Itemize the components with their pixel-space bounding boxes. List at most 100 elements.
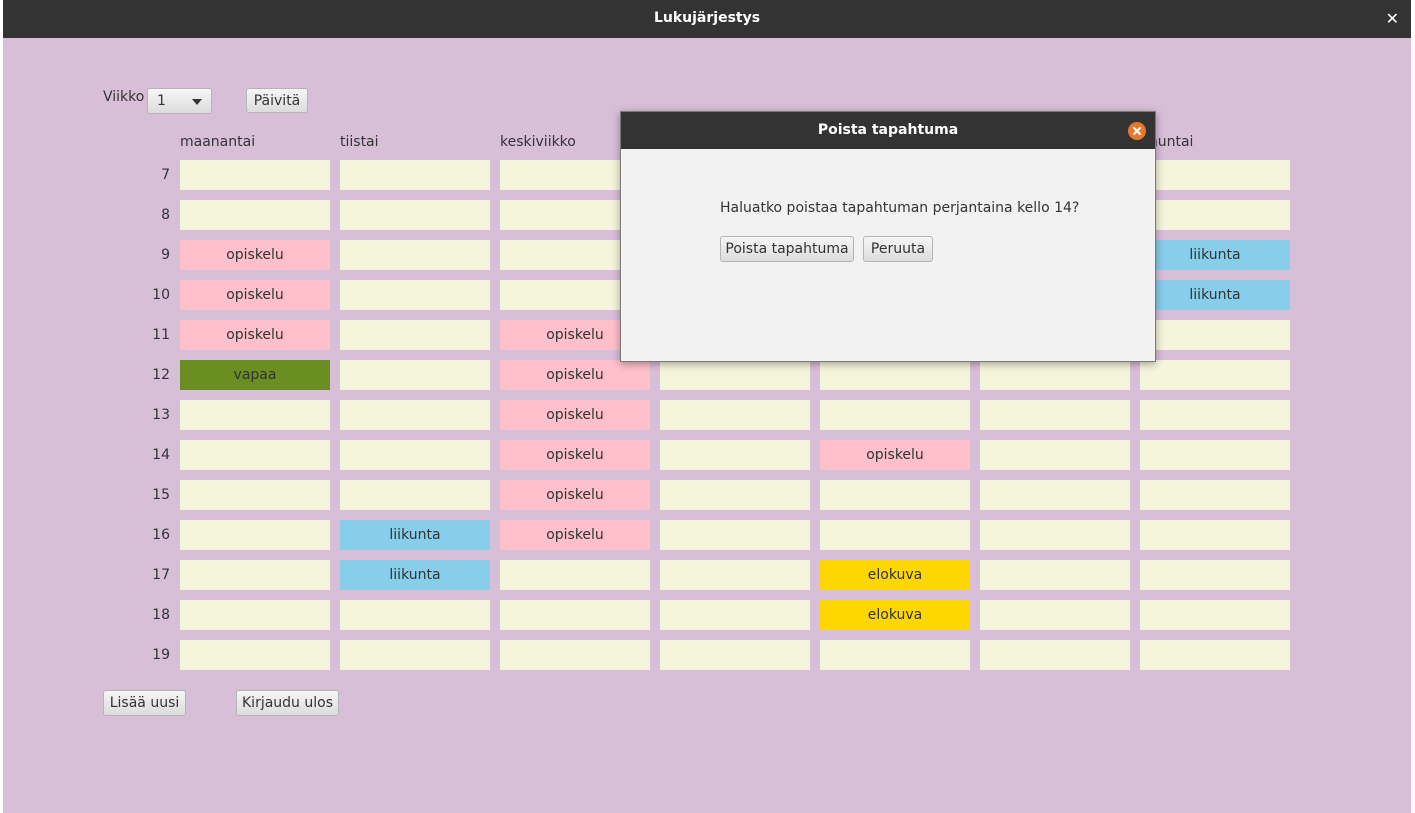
schedule-slot-empty[interactable] bbox=[980, 600, 1130, 630]
schedule-slot-empty[interactable] bbox=[980, 640, 1130, 670]
schedule-slot-empty[interactable] bbox=[340, 240, 490, 270]
schedule-slot-empty[interactable] bbox=[180, 440, 330, 470]
schedule-event-vapaa[interactable]: vapaa bbox=[180, 360, 330, 390]
schedule-slot-empty[interactable] bbox=[660, 400, 810, 430]
schedule-event-opiskelu[interactable]: opiskelu bbox=[500, 360, 650, 390]
cancel-button[interactable]: Peruuta bbox=[863, 236, 933, 262]
schedule-slot-empty[interactable] bbox=[1140, 200, 1290, 230]
logout-button[interactable]: Kirjaudu ulos bbox=[236, 690, 339, 716]
schedule-slot-empty[interactable] bbox=[820, 520, 970, 550]
schedule-slot-empty[interactable] bbox=[500, 560, 650, 590]
dialog-message: Haluatko poistaa tapahtuman perjantaina … bbox=[720, 200, 1080, 216]
schedule-slot-empty[interactable] bbox=[340, 280, 490, 310]
schedule-slot-empty[interactable] bbox=[660, 480, 810, 510]
schedule-slot-empty[interactable] bbox=[1140, 480, 1290, 510]
schedule-slot-empty[interactable] bbox=[980, 400, 1130, 430]
add-new-button[interactable]: Lisää uusi bbox=[103, 690, 186, 716]
week-select[interactable]: 1 bbox=[147, 88, 212, 114]
schedule-slot-empty[interactable] bbox=[1140, 320, 1290, 350]
schedule-slot-empty[interactable] bbox=[980, 440, 1130, 470]
hour-label: 10 bbox=[152, 287, 170, 303]
chevron-down-icon bbox=[192, 99, 202, 105]
schedule-slot-empty[interactable] bbox=[180, 200, 330, 230]
window-title: Lukujärjestys bbox=[653, 10, 761, 26]
schedule-slot-empty[interactable] bbox=[180, 160, 330, 190]
window-close-icon[interactable]: ✕ bbox=[1386, 9, 1399, 28]
schedule-event-opiskelu[interactable]: opiskelu bbox=[500, 480, 650, 510]
schedule-slot-empty[interactable] bbox=[340, 600, 490, 630]
schedule-slot-empty[interactable] bbox=[980, 360, 1130, 390]
close-icon[interactable] bbox=[1128, 122, 1146, 140]
schedule-slot-empty[interactable] bbox=[500, 640, 650, 670]
schedule-slot-empty[interactable] bbox=[340, 440, 490, 470]
schedule-slot-empty[interactable] bbox=[660, 520, 810, 550]
schedule-slot-empty[interactable] bbox=[340, 400, 490, 430]
schedule-slot-empty[interactable] bbox=[1140, 400, 1290, 430]
dialog-title: Poista tapahtuma bbox=[817, 122, 959, 138]
window-titlebar: Lukujärjestys ✕ bbox=[3, 0, 1411, 38]
schedule-event-elokuva[interactable]: elokuva bbox=[820, 560, 970, 590]
schedule-slot-empty[interactable] bbox=[340, 200, 490, 230]
schedule-slot-empty[interactable] bbox=[1140, 560, 1290, 590]
schedule-event-opiskelu[interactable]: opiskelu bbox=[500, 400, 650, 430]
schedule-slot-empty[interactable] bbox=[1140, 520, 1290, 550]
schedule-slot-empty[interactable] bbox=[820, 480, 970, 510]
schedule-slot-empty[interactable] bbox=[820, 400, 970, 430]
schedule-slot-empty[interactable] bbox=[660, 600, 810, 630]
schedule-slot-empty[interactable] bbox=[660, 360, 810, 390]
schedule-event-opiskelu[interactable]: opiskelu bbox=[820, 440, 970, 470]
schedule-slot-empty[interactable] bbox=[980, 480, 1130, 510]
hour-label: 8 bbox=[161, 207, 170, 223]
schedule-slot-empty[interactable] bbox=[340, 160, 490, 190]
schedule-slot-empty[interactable] bbox=[660, 560, 810, 590]
hour-label: 15 bbox=[152, 487, 170, 503]
hour-label: 14 bbox=[152, 447, 170, 463]
schedule-slot-empty[interactable] bbox=[1140, 600, 1290, 630]
hour-label: 12 bbox=[152, 367, 170, 383]
week-select-value: 1 bbox=[157, 93, 166, 109]
schedule-slot-empty[interactable] bbox=[980, 520, 1130, 550]
day-header: keskiviikko bbox=[500, 134, 576, 150]
schedule-event-opiskelu[interactable]: opiskelu bbox=[500, 520, 650, 550]
schedule-slot-empty[interactable] bbox=[660, 440, 810, 470]
hour-label: 16 bbox=[152, 527, 170, 543]
delete-event-dialog: Poista tapahtuma Haluatko poistaa tapaht… bbox=[620, 111, 1156, 362]
day-header: tiistai bbox=[340, 134, 379, 150]
hour-label: 9 bbox=[161, 247, 170, 263]
schedule-slot-empty[interactable] bbox=[180, 600, 330, 630]
schedule-slot-empty[interactable] bbox=[340, 480, 490, 510]
schedule-slot-empty[interactable] bbox=[1140, 160, 1290, 190]
dialog-titlebar: Poista tapahtuma bbox=[621, 112, 1155, 149]
confirm-delete-button[interactable]: Poista tapahtuma bbox=[720, 236, 854, 262]
schedule-event-liikunta[interactable]: liikunta bbox=[1140, 240, 1290, 270]
schedule-slot-empty[interactable] bbox=[340, 640, 490, 670]
schedule-slot-empty[interactable] bbox=[820, 360, 970, 390]
schedule-event-liikunta[interactable]: liikunta bbox=[340, 520, 490, 550]
schedule-event-opiskelu[interactable]: opiskelu bbox=[500, 440, 650, 470]
hour-label: 19 bbox=[152, 647, 170, 663]
update-button[interactable]: Päivitä bbox=[246, 88, 308, 113]
schedule-slot-empty[interactable] bbox=[1140, 640, 1290, 670]
schedule-slot-empty[interactable] bbox=[340, 320, 490, 350]
schedule-event-opiskelu[interactable]: opiskelu bbox=[180, 280, 330, 310]
hour-label: 13 bbox=[152, 407, 170, 423]
schedule-event-liikunta[interactable]: liikunta bbox=[340, 560, 490, 590]
schedule-event-elokuva[interactable]: elokuva bbox=[820, 600, 970, 630]
hour-label: 17 bbox=[152, 567, 170, 583]
schedule-slot-empty[interactable] bbox=[340, 360, 490, 390]
schedule-slot-empty[interactable] bbox=[180, 520, 330, 550]
schedule-slot-empty[interactable] bbox=[180, 480, 330, 510]
schedule-slot-empty[interactable] bbox=[180, 560, 330, 590]
schedule-event-liikunta[interactable]: liikunta bbox=[1140, 280, 1290, 310]
hour-label: 7 bbox=[161, 167, 170, 183]
schedule-slot-empty[interactable] bbox=[500, 600, 650, 630]
schedule-slot-empty[interactable] bbox=[1140, 360, 1290, 390]
schedule-slot-empty[interactable] bbox=[1140, 440, 1290, 470]
schedule-event-opiskelu[interactable]: opiskelu bbox=[180, 320, 330, 350]
schedule-slot-empty[interactable] bbox=[820, 640, 970, 670]
schedule-slot-empty[interactable] bbox=[180, 400, 330, 430]
schedule-event-opiskelu[interactable]: opiskelu bbox=[180, 240, 330, 270]
schedule-slot-empty[interactable] bbox=[980, 560, 1130, 590]
schedule-slot-empty[interactable] bbox=[660, 640, 810, 670]
schedule-slot-empty[interactable] bbox=[180, 640, 330, 670]
